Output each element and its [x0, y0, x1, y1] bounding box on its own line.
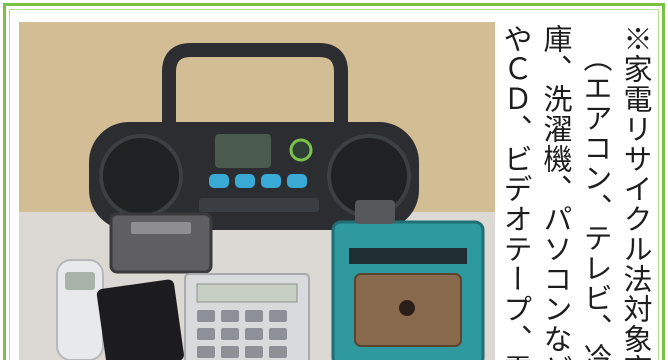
notice-text: ※家電リサイクル法対象商品 （エアコン、テレビ、冷蔵 庫、洗濯機、パソコンなど）… — [488, 24, 656, 360]
electronics-photo — [19, 22, 495, 360]
electronics-illustration — [19, 22, 495, 360]
sharpener-crank — [355, 200, 395, 224]
blue-button — [287, 174, 307, 188]
notice-line-1: ※家電リサイクル法対象商品 — [619, 24, 653, 360]
notice-line-2: （エアコン、テレビ、冷蔵 — [579, 42, 613, 360]
left-speaker — [99, 134, 183, 218]
notice-frame: ※家電リサイクル法対象商品 （エアコン、テレビ、冷蔵 庫、洗濯機、パソコンなど）… — [3, 3, 665, 360]
blue-button — [235, 174, 255, 188]
portable-device — [96, 279, 184, 360]
blue-button — [261, 174, 281, 188]
tape-buttons — [199, 198, 319, 212]
boombox-display — [215, 134, 271, 168]
boombox-dial — [289, 138, 313, 162]
blue-button — [209, 174, 229, 188]
notice-line-4: やＣＤ、ビデオテープ、電 — [499, 24, 533, 360]
notice-line-3: 庫、洗濯機、パソコンなど） — [539, 24, 573, 360]
